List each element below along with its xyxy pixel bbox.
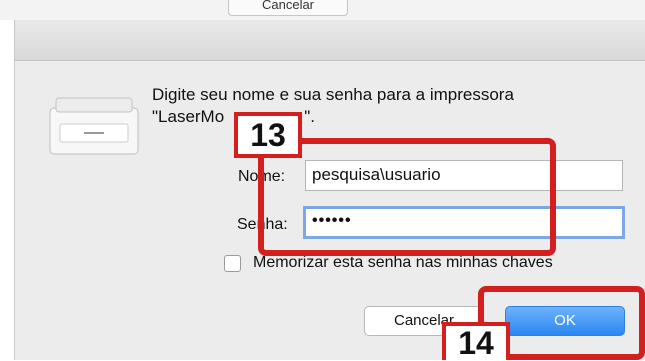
message-line-2-end: ". xyxy=(304,107,315,126)
highlight-box-13 xyxy=(258,138,556,256)
message-line-2: "LaserMo ". xyxy=(152,106,514,128)
printer-icon xyxy=(49,97,139,155)
step-badge-14: 14 xyxy=(442,322,510,360)
dialog-message: Digite seu nome e sua senha para a impre… xyxy=(152,84,514,128)
remember-label: Memorizar esta senha nas minhas chaves xyxy=(253,254,553,271)
dialog-titlebar xyxy=(15,20,645,61)
background-cancel-button[interactable]: Cancelar xyxy=(228,0,348,16)
step-badge-13: 13 xyxy=(234,112,302,158)
message-line-2-start: "LaserMo xyxy=(152,107,225,126)
message-line-1: Digite seu nome e sua senha para a impre… xyxy=(152,85,514,104)
remember-checkbox[interactable] xyxy=(224,255,241,272)
